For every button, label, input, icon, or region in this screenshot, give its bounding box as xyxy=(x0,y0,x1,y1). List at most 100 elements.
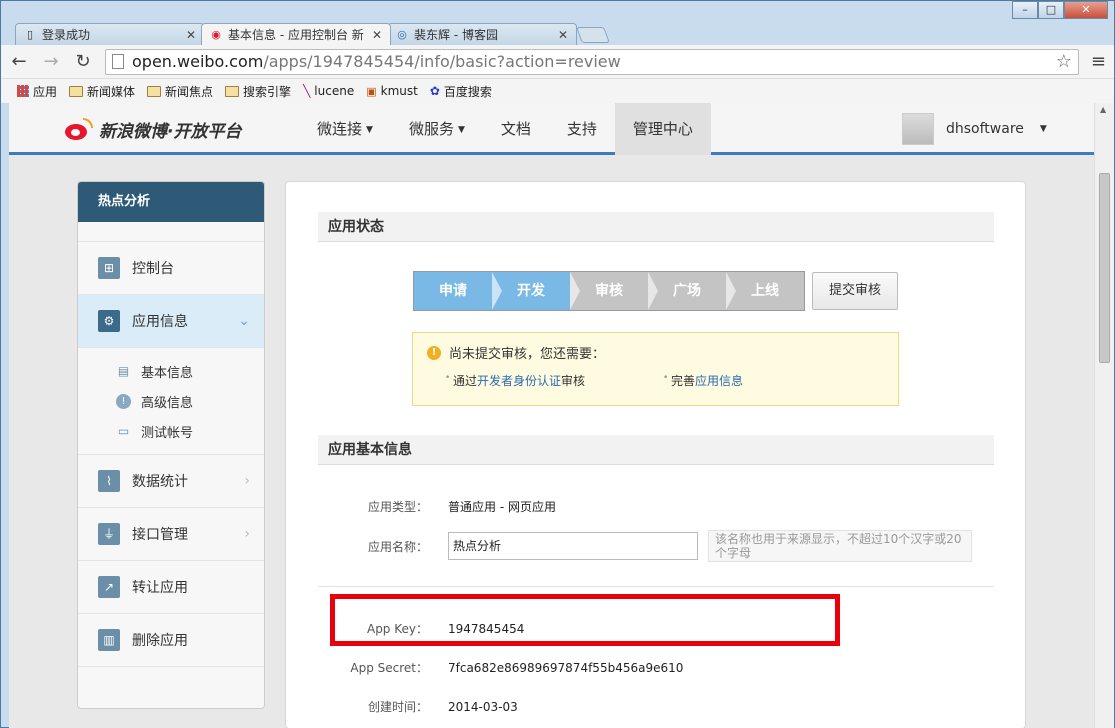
nav-label: 微服务 xyxy=(408,120,454,138)
sidebar-item-label: 删除应用 xyxy=(132,633,188,649)
submit-review-button[interactable]: 提交审核 xyxy=(812,272,898,310)
tab-title: 基本信息 - 应用控制台 新 xyxy=(228,28,364,42)
form-row-type: 应用类型： 普通应用 - 网页应用 xyxy=(318,498,994,515)
scroll-up-arrow-icon[interactable]: ▲ xyxy=(1100,105,1106,114)
step-apply: 申请 xyxy=(414,272,502,310)
minimize-button[interactable]: – xyxy=(1012,1,1038,19)
browser-tab-active[interactable]: ◉ 基本信息 - 应用控制台 新 ✕ xyxy=(201,23,391,45)
bookmark-label: lucene xyxy=(314,84,355,98)
info-icon: ! xyxy=(116,393,131,409)
caret-down-icon: ▼ xyxy=(1039,124,1047,134)
back-arrow-icon[interactable]: ← xyxy=(9,51,29,72)
logo-text: 新浪微博·开放平台 xyxy=(99,122,242,142)
notice-item: 通过开发者身份认证审核 xyxy=(427,372,645,389)
nav-label: 管理中心 xyxy=(632,120,693,138)
weibo-icon: ◉ xyxy=(211,27,221,41)
bookmark-folder[interactable]: 新闻媒体 xyxy=(69,83,135,100)
step-online: 上线 xyxy=(751,283,779,299)
app-key-highlight-box xyxy=(330,594,840,646)
gear-icon: ⚙ xyxy=(98,310,120,332)
new-tab-button[interactable] xyxy=(576,27,610,43)
bookmark-label: 新闻媒体 xyxy=(87,84,136,99)
sidebar-subitem-test-account[interactable]: ▭ 测试帐号 xyxy=(116,416,264,446)
page-icon xyxy=(112,54,124,69)
menu-icon[interactable]: ≡ xyxy=(1091,51,1106,72)
sidebar-item-label: 转让应用 xyxy=(132,580,188,596)
sidebar-item-stats[interactable]: ⌇ 数据统计 › xyxy=(78,455,264,508)
main-content: 应用状态 申请 开发 审核 广场 上线 提交审核 ! 尚未提交审核，您还需要： … xyxy=(285,181,1026,728)
dashboard-icon: ⊞ xyxy=(98,257,120,279)
tab-close-icon[interactable]: ✕ xyxy=(372,28,382,42)
tab-close-icon[interactable]: ✕ xyxy=(558,28,568,42)
app-info-link[interactable]: 应用信息 xyxy=(695,374,743,388)
section-title-status: 应用状态 xyxy=(318,212,994,242)
weibo-logo-icon xyxy=(65,117,93,142)
sidebar-item-label: 控制台 xyxy=(132,261,174,277)
bookmark-link[interactable]: ▣ kmust xyxy=(366,84,418,98)
nav-item-admin[interactable]: 管理中心 xyxy=(614,103,711,155)
app-secret-label: App Secret： xyxy=(350,661,428,675)
app-name-label: 应用名称： xyxy=(367,539,428,554)
nav-item-services[interactable]: 微服务 ▼ xyxy=(391,103,483,155)
notice-title: 尚未提交审核，您还需要： xyxy=(449,347,606,362)
browser-toolbar: ← → ↻ open.weibo.com /apps/1947845454/in… xyxy=(1,45,1114,79)
sidebar-item-label: 应用信息 xyxy=(132,314,188,330)
reload-icon[interactable]: ↻ xyxy=(73,51,93,72)
sidebar-item-delete[interactable]: ▥ 删除应用 xyxy=(78,614,264,667)
sidebar-item-console[interactable]: ⊞ 控制台 xyxy=(78,242,264,295)
app-name-input[interactable]: 热点分析 xyxy=(448,532,698,560)
url-host: open.weibo.com xyxy=(132,52,264,71)
chart-thumb-icon: ▣ xyxy=(366,84,377,98)
bookmark-folder[interactable]: 新闻焦点 xyxy=(147,83,213,100)
sidebar-item-transfer[interactable]: ↗ 转让应用 xyxy=(78,561,264,614)
warning-icon: ! xyxy=(427,345,441,360)
bookmark-link[interactable]: ✿ 百度搜索 xyxy=(430,83,492,100)
maximize-button[interactable]: □ xyxy=(1038,1,1064,19)
bookmark-folder[interactable]: 搜索引擎 xyxy=(225,83,291,100)
created-time-label: 创建时间： xyxy=(367,700,428,714)
caret-down-icon: ▼ xyxy=(457,124,465,135)
url-path: /apps/1947845454/info/basic?action=revie… xyxy=(263,52,621,71)
bookmark-apps[interactable]: 应用 xyxy=(17,83,57,100)
browser-tab[interactable]: ▯ 登录成功 ✕ xyxy=(15,23,205,45)
chevron-right-icon: › xyxy=(244,526,250,542)
browser-tab[interactable]: ◎ 裴东辉 - 博客园 ✕ xyxy=(387,23,577,45)
tab-close-icon[interactable]: ✕ xyxy=(186,28,196,42)
vertical-scrollbar[interactable]: ▲ xyxy=(1094,103,1114,728)
sidebar-item-label: 数据统计 xyxy=(132,474,188,490)
nav-item-connect[interactable]: 微连接 ▼ xyxy=(299,103,391,155)
caret-down-icon: ▼ xyxy=(366,124,373,135)
nav-item-docs[interactable]: 文档 xyxy=(483,103,549,155)
notice-text: 完善 xyxy=(671,374,696,388)
nav-item-support[interactable]: 支持 xyxy=(549,103,615,155)
sidebar-subitem-basic[interactable]: ▤ 基本信息 xyxy=(116,356,264,386)
bookmark-label: 搜索引擎 xyxy=(243,84,292,99)
bookmark-star-icon[interactable]: ☆ xyxy=(1056,51,1072,72)
sidebar-subitem-label: 基本信息 xyxy=(141,365,194,381)
page-icon: ▯ xyxy=(26,27,34,41)
close-window-button[interactable]: ✕ xyxy=(1064,1,1108,19)
bookmarks-bar: 应用 新闻媒体 新闻焦点 搜索引擎 ╲ lucene ▣ kmust ✿ 百度搜索 xyxy=(1,79,1114,103)
notice-item: 完善应用信息 xyxy=(645,372,863,389)
folder-icon xyxy=(147,85,162,97)
sidebar-subitem-advanced[interactable]: ! 高级信息 xyxy=(116,386,264,416)
developer-auth-link[interactable]: 开发者身份认证 xyxy=(477,374,561,388)
address-bar[interactable]: open.weibo.com /apps/1947845454/info/bas… xyxy=(105,48,1079,75)
bookmark-label: 新闻焦点 xyxy=(165,84,214,99)
review-notice: ! 尚未提交审核，您还需要： 通过开发者身份认证审核 完善应用信息 xyxy=(412,332,899,406)
notice-text: 审核 xyxy=(561,374,586,388)
site-logo[interactable]: 新浪微博·开放平台 xyxy=(65,117,241,142)
user-menu[interactable]: dhsoftware ▼ xyxy=(902,113,1047,145)
trash-icon: ▥ xyxy=(98,629,120,651)
chart-icon: ⌇ xyxy=(98,470,120,492)
bookmark-link[interactable]: ╲ lucene xyxy=(303,84,354,98)
notice-header: ! 尚未提交审核，您还需要： xyxy=(427,343,884,362)
forward-arrow-icon[interactable]: → xyxy=(41,51,61,72)
sidebar-item-api[interactable]: ⏚ 接口管理 › xyxy=(78,508,264,561)
sidebar-item-app-info[interactable]: ⚙ 应用信息 ⌄ xyxy=(78,295,264,348)
chevron-right-icon: › xyxy=(244,473,250,489)
sidebar-item-label: 接口管理 xyxy=(132,527,188,543)
feather-icon: ╲ xyxy=(303,84,311,98)
plug-icon: ⏚ xyxy=(98,523,120,545)
scrollbar-thumb[interactable] xyxy=(1099,173,1110,363)
